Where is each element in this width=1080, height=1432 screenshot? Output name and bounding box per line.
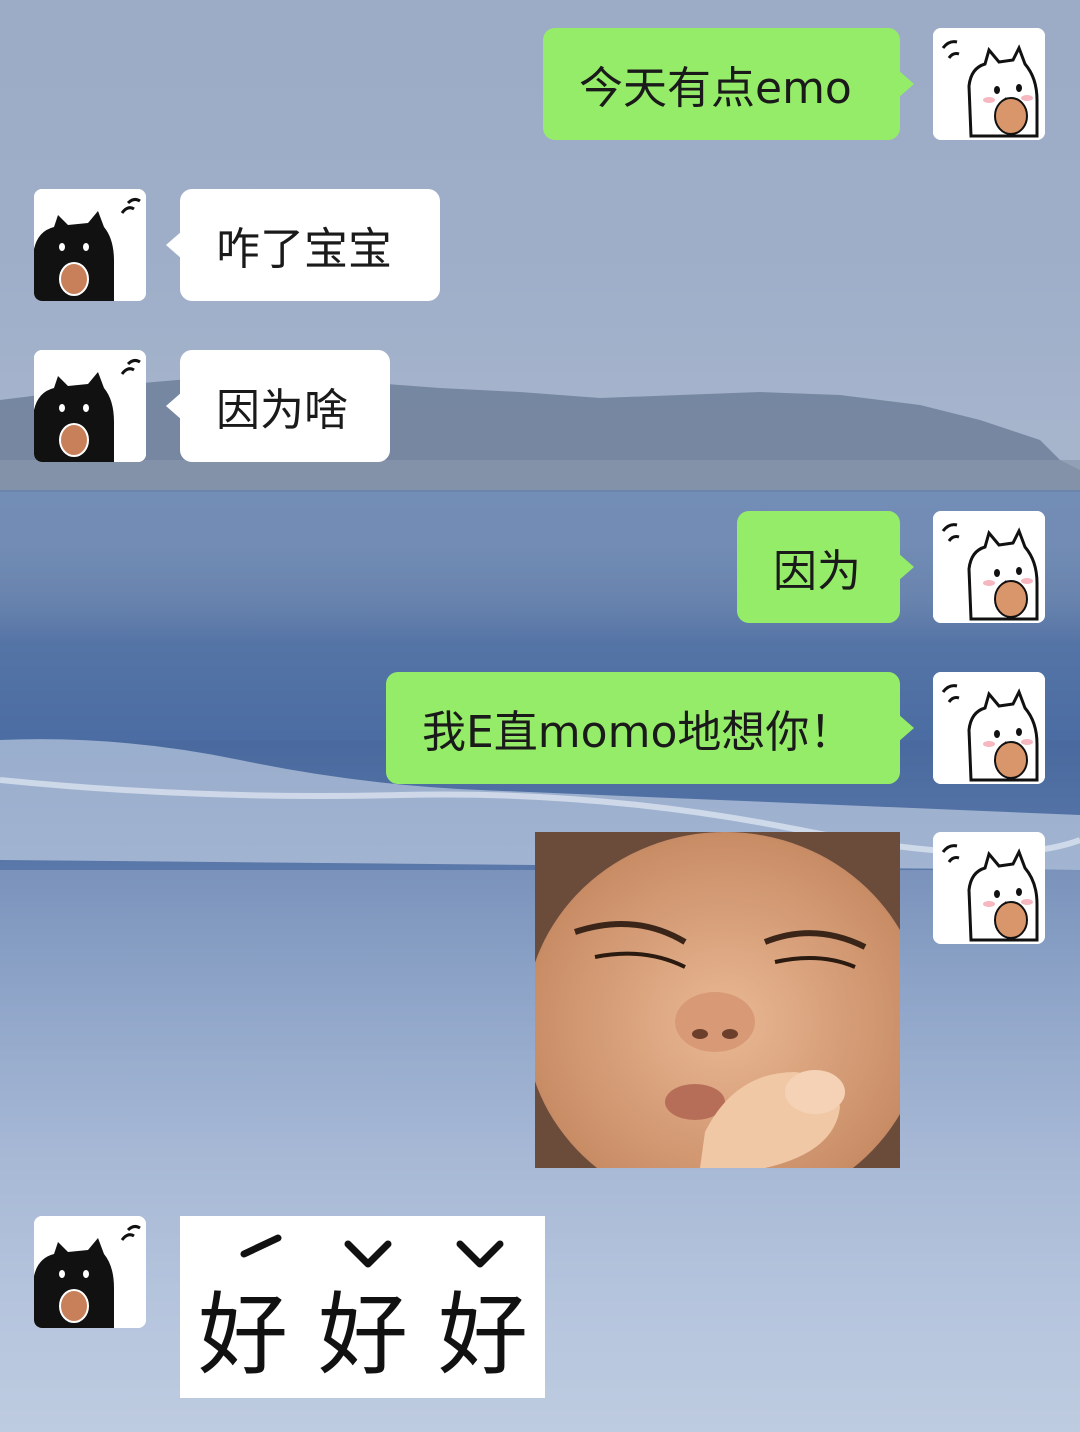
message-bubble-sent[interactable]: 今天有点emo — [543, 28, 914, 140]
message-bubble-sent[interactable]: 因为 — [737, 511, 914, 623]
sticker-char: 好好好 — [198, 1283, 545, 1388]
message-text: 因为啥 — [216, 385, 348, 436]
message-text: 我E直momo地想你！ — [422, 707, 854, 758]
message-text: 因为 — [773, 546, 861, 597]
message-text: 今天有点emo — [579, 63, 852, 114]
crying-child-meme-image[interactable] — [535, 832, 900, 1168]
sticker-message[interactable]: 好好好 — [180, 1216, 545, 1398]
message-bubble-received[interactable]: 咋了宝宝 — [166, 189, 440, 301]
white-cat-avatar-icon[interactable] — [933, 28, 1045, 140]
white-cat-avatar-icon[interactable] — [933, 672, 1045, 784]
message-bubble-received[interactable]: 因为啥 — [166, 350, 390, 462]
white-cat-avatar-icon[interactable] — [933, 832, 1045, 944]
black-cat-avatar-icon[interactable] — [34, 350, 146, 462]
black-cat-avatar-icon[interactable] — [34, 189, 146, 301]
chat-screen: 今天有点emo 咋了宝宝 因为啥 因为 我E直momo地想你！ 好好好 — [0, 0, 1080, 1432]
message-text: 咋了宝宝 — [216, 224, 392, 275]
black-cat-avatar-icon[interactable] — [34, 1216, 146, 1328]
white-cat-avatar-icon[interactable] — [933, 511, 1045, 623]
message-bubble-sent[interactable]: 我E直momo地想你！ — [386, 672, 914, 784]
